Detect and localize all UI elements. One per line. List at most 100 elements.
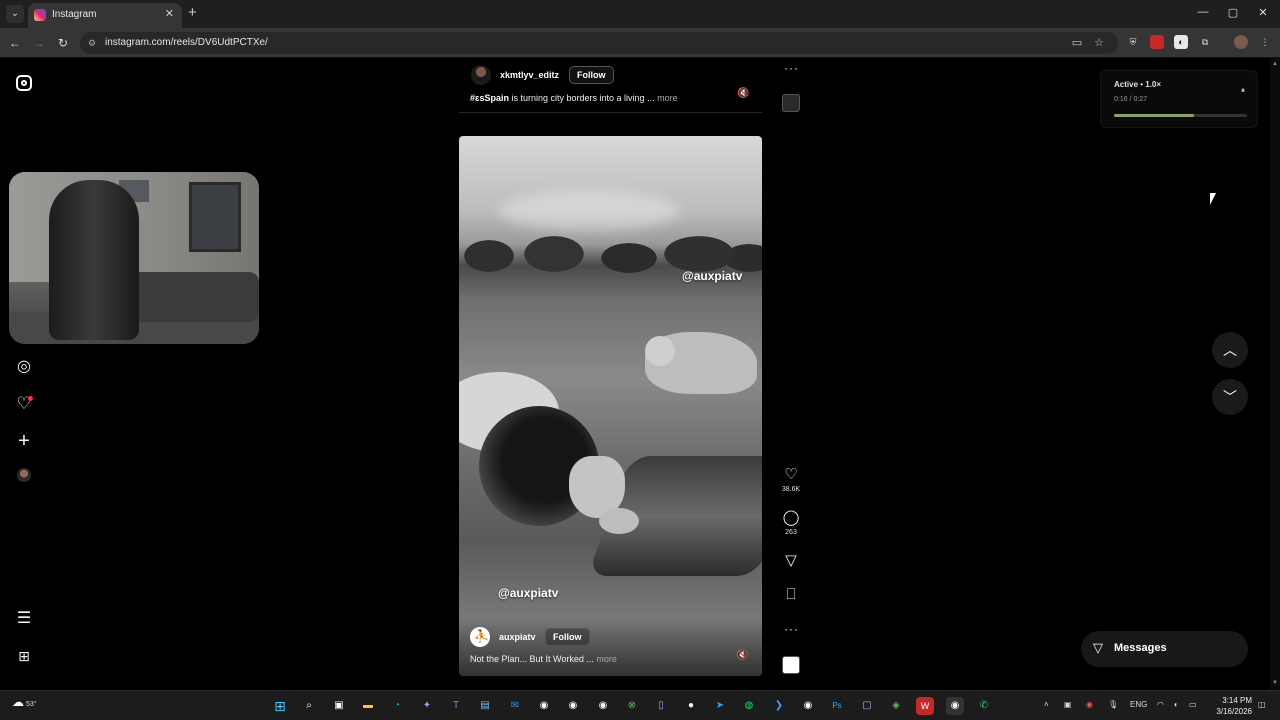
more-menu-icon[interactable]: ☰ (14, 609, 34, 629)
copilot-icon[interactable]: ✦ (418, 697, 436, 715)
reel-author-username[interactable]: auxpiatv (499, 632, 536, 642)
photoshop-icon[interactable]: Ps (828, 697, 846, 715)
close-window-button[interactable]: ✕ (1253, 6, 1273, 19)
app-dots-icon[interactable]: ● (682, 697, 700, 715)
webcam-overlay-image (9, 172, 259, 344)
save-action[interactable]: ⎕ (781, 586, 801, 604)
chrome-2-icon[interactable]: ◉ (799, 697, 817, 715)
previous-reel-audio-thumb[interactable] (782, 94, 800, 112)
browser-tab-instagram[interactable]: Instagram ✕ (28, 3, 182, 28)
wps-icon[interactable]: W (916, 697, 934, 715)
back-button[interactable]: ← (6, 34, 24, 52)
notifications-heart-icon[interactable]: ♡ (14, 394, 34, 414)
red-extension-icon[interactable] (1150, 35, 1164, 49)
share-action[interactable]: ▽ (781, 552, 801, 570)
minimize-button[interactable]: — (1193, 6, 1213, 18)
comment-bubble-icon[interactable]: ◯ (781, 509, 801, 527)
vscode-icon[interactable]: ❯ (770, 697, 788, 715)
tab-close-icon[interactable]: ✕ (165, 7, 174, 20)
notification-bell-icon[interactable]: ◫ (1258, 700, 1266, 709)
reload-button[interactable]: ↻ (54, 34, 72, 52)
outlook-icon[interactable]: ✉ (506, 697, 524, 715)
mute-icon[interactable]: 🔇 (737, 88, 749, 100)
next-reel-button[interactable]: ﹀ (1212, 379, 1248, 415)
tray-overflow-icon[interactable]: ˄ (1044, 700, 1049, 709)
chrome-profile-icon[interactable]: ◉ (564, 697, 582, 715)
profile-avatar-icon[interactable] (1234, 35, 1248, 49)
volume-icon[interactable]: ◖ (1173, 700, 1178, 709)
create-plus-icon[interactable]: + (14, 431, 34, 451)
reel-audio-thumb[interactable] (782, 656, 800, 674)
chrome-icon[interactable]: ◉ (535, 697, 553, 715)
previous-reel-avatar[interactable] (471, 65, 491, 85)
telegram-icon[interactable]: ➤ (711, 697, 729, 715)
share-paper-plane-icon[interactable]: ▽ (781, 552, 801, 570)
forward-button[interactable]: → (30, 34, 48, 52)
chrome-active-icon[interactable]: ◉ (946, 697, 964, 715)
tray-app-2-icon[interactable]: ◉ (1086, 700, 1093, 709)
caption-more-link[interactable]: more (657, 93, 678, 103)
page-scrollbar[interactable] (1270, 58, 1280, 690)
instagram-logo-icon[interactable] (14, 73, 34, 93)
install-app-icon[interactable]: ▭ (1070, 36, 1084, 49)
previous-reel-card[interactable]: xkmtlyv_editz Follow #ɛsSpain is turning… (459, 58, 762, 113)
windows-start-icon[interactable]: ⊞ (271, 697, 289, 715)
previous-reel-follow-button[interactable]: Follow (569, 66, 614, 84)
profile-avatar-icon[interactable] (14, 468, 34, 488)
reel-author-avatar[interactable] (470, 627, 490, 647)
reel-video[interactable]: @auxpiatv @auxpiatv auxpiatv Follow Not … (459, 136, 762, 676)
scroll-down-arrow-icon[interactable]: ▼ (1272, 680, 1278, 686)
previous-reel-more-options-icon[interactable]: ··· (784, 61, 799, 75)
comment-action[interactable]: ◯ 263 (781, 509, 801, 536)
file-explorer-icon[interactable]: ▬ (359, 697, 377, 715)
reel-more-options-icon[interactable]: ··· (784, 622, 799, 636)
system-clock[interactable]: 3:14 PM 3/16/2026 (1210, 695, 1252, 717)
shield-extension-icon[interactable]: ⛨ (1126, 35, 1140, 49)
browser-menu-icon[interactable]: ⋮ (1258, 35, 1272, 49)
media-playback-widget: Active • 1.0× 0:16 / 0:27 ⏸ (1100, 70, 1258, 128)
tray-app-icon[interactable]: ▣ (1064, 700, 1072, 709)
whatsapp-icon[interactable]: ✆ (975, 697, 993, 715)
chrome-profile-2-icon[interactable]: ◉ (594, 697, 612, 715)
search-icon[interactable]: ⌕ (300, 697, 318, 715)
extensions-puzzle-icon[interactable]: ⧉ (1198, 35, 1212, 49)
app-icon[interactable]: ▤ (476, 697, 494, 715)
also-from-meta-icon[interactable]: ⊞ (14, 646, 34, 666)
scroll-up-arrow-icon[interactable]: ▲ (1272, 61, 1278, 67)
like-action[interactable]: ♡ 38.6K (781, 466, 801, 493)
bookmark-star-icon[interactable]: ☆ (1092, 36, 1106, 49)
microphone-icon[interactable]: 🎙 (1108, 700, 1118, 709)
new-tab-button[interactable]: + (188, 5, 197, 21)
language-indicator[interactable]: ENG (1130, 700, 1147, 709)
save-bookmark-icon[interactable]: ⎕ (781, 586, 801, 604)
tab-search-chevron-icon[interactable]: ⌄ (6, 5, 24, 23)
reel-mute-icon[interactable]: 🔇 (736, 650, 748, 662)
explore-compass-icon[interactable]: ◎ (14, 357, 34, 377)
app-icon-3[interactable]: ◈ (887, 697, 905, 715)
previous-reel-username[interactable]: xkmtlyv_editz (500, 70, 559, 80)
like-heart-icon[interactable]: ♡ (781, 466, 801, 484)
xbox-icon[interactable]: ⊗ (623, 697, 641, 715)
pause-icon[interactable]: ⏸ (1241, 86, 1245, 96)
app-icon-2[interactable]: ▢ (858, 697, 876, 715)
task-view-icon[interactable]: ▣ (330, 697, 348, 715)
weather-widget[interactable]: ☁ 53° (12, 695, 37, 709)
caption-hashtag[interactable]: #ɛsSpain (470, 93, 509, 103)
edge-icon[interactable]: ◔ (388, 697, 406, 715)
battery-icon[interactable]: ▭ (1189, 700, 1197, 709)
phone-link-icon[interactable]: ▯ (652, 697, 670, 715)
temperature: 53° (25, 701, 37, 708)
url-text[interactable]: instagram.com/reels/DV6UdtPCTXe/ (105, 37, 268, 48)
white-extension-icon[interactable]: ◐ (1174, 35, 1188, 49)
previous-reel-button[interactable]: ︿ (1212, 332, 1248, 368)
reel-follow-button[interactable]: Follow (545, 628, 590, 646)
spotify-icon[interactable]: ◍ (740, 697, 758, 715)
maximize-button[interactable]: ▢ (1223, 6, 1243, 19)
site-info-icon[interactable]: ⚙ (88, 37, 100, 49)
playback-progress-bar[interactable] (1114, 114, 1247, 117)
reel-caption-more-link[interactable]: more (596, 654, 617, 664)
teams-icon[interactable]: T (447, 697, 465, 715)
wifi-icon[interactable]: ◠ (1157, 700, 1164, 709)
messages-button[interactable]: ▽ Messages (1081, 631, 1248, 667)
address-bar[interactable]: ⚙ instagram.com/reels/DV6UdtPCTXe/ ▭ ☆ (80, 32, 1118, 54)
